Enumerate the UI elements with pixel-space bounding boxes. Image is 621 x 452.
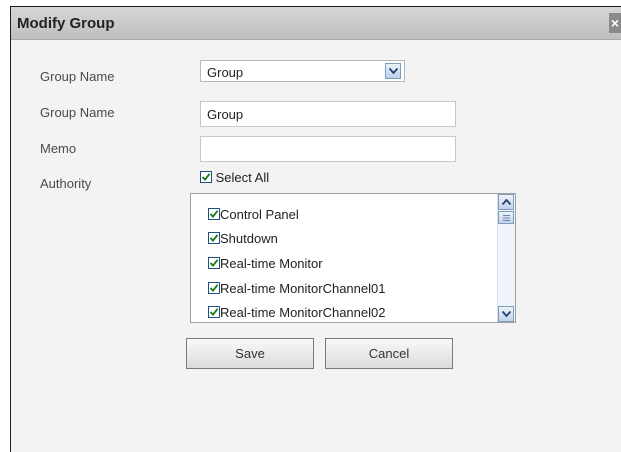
permission-label: Real-time MonitorChannel01 — [220, 281, 386, 296]
list-item[interactable]: Real-time MonitorChannel02 — [208, 305, 385, 320]
cancel-button[interactable]: Cancel — [325, 338, 453, 369]
permission-label: Real-time MonitorChannel02 — [220, 305, 386, 320]
group-name-label: Group Name — [40, 105, 115, 120]
authority-label: Authority — [40, 176, 92, 191]
list-item[interactable]: Real-time Monitor — [208, 256, 323, 271]
permission-checkbox[interactable] — [208, 282, 220, 294]
select-all-checkbox[interactable] — [200, 171, 212, 183]
permission-checkbox[interactable] — [208, 257, 220, 269]
group-select-label: Group Name — [40, 69, 115, 84]
group-select[interactable]: Group — [200, 60, 405, 82]
select-all-row[interactable]: Select All — [200, 170, 269, 185]
select-all-label: Select All — [215, 170, 270, 185]
permission-label: Real-time Monitor — [220, 256, 323, 271]
scroll-up-icon[interactable] — [498, 194, 514, 210]
group-select-value: Group — [207, 65, 244, 80]
list-scrollbar[interactable] — [497, 194, 515, 322]
memo-field[interactable] — [200, 136, 456, 162]
list-item[interactable]: Real-time MonitorChannel01 — [208, 281, 385, 296]
close-icon[interactable]: × — [609, 13, 621, 33]
group-name-field[interactable] — [200, 101, 456, 127]
scroll-down-icon[interactable] — [498, 306, 514, 322]
list-item[interactable]: Shutdown — [208, 231, 278, 246]
memo-label: Memo — [40, 141, 77, 156]
dialog-title: Modify Group — [17, 15, 115, 32]
authority-list[interactable]: Control Panel Shutdown Real-time Monitor… — [190, 193, 516, 323]
permission-checkbox[interactable] — [208, 306, 220, 318]
permission-checkbox[interactable] — [208, 232, 220, 244]
scroll-thumb[interactable] — [498, 211, 514, 224]
permission-checkbox[interactable] — [208, 208, 220, 220]
list-item[interactable]: Control Panel — [208, 207, 299, 222]
save-button[interactable]: Save — [186, 338, 314, 369]
permission-label: Shutdown — [220, 231, 278, 246]
dialog-titlebar[interactable]: Modify Group × — [11, 7, 621, 40]
permission-label: Control Panel — [220, 207, 299, 222]
chevron-down-icon[interactable] — [385, 63, 401, 79]
